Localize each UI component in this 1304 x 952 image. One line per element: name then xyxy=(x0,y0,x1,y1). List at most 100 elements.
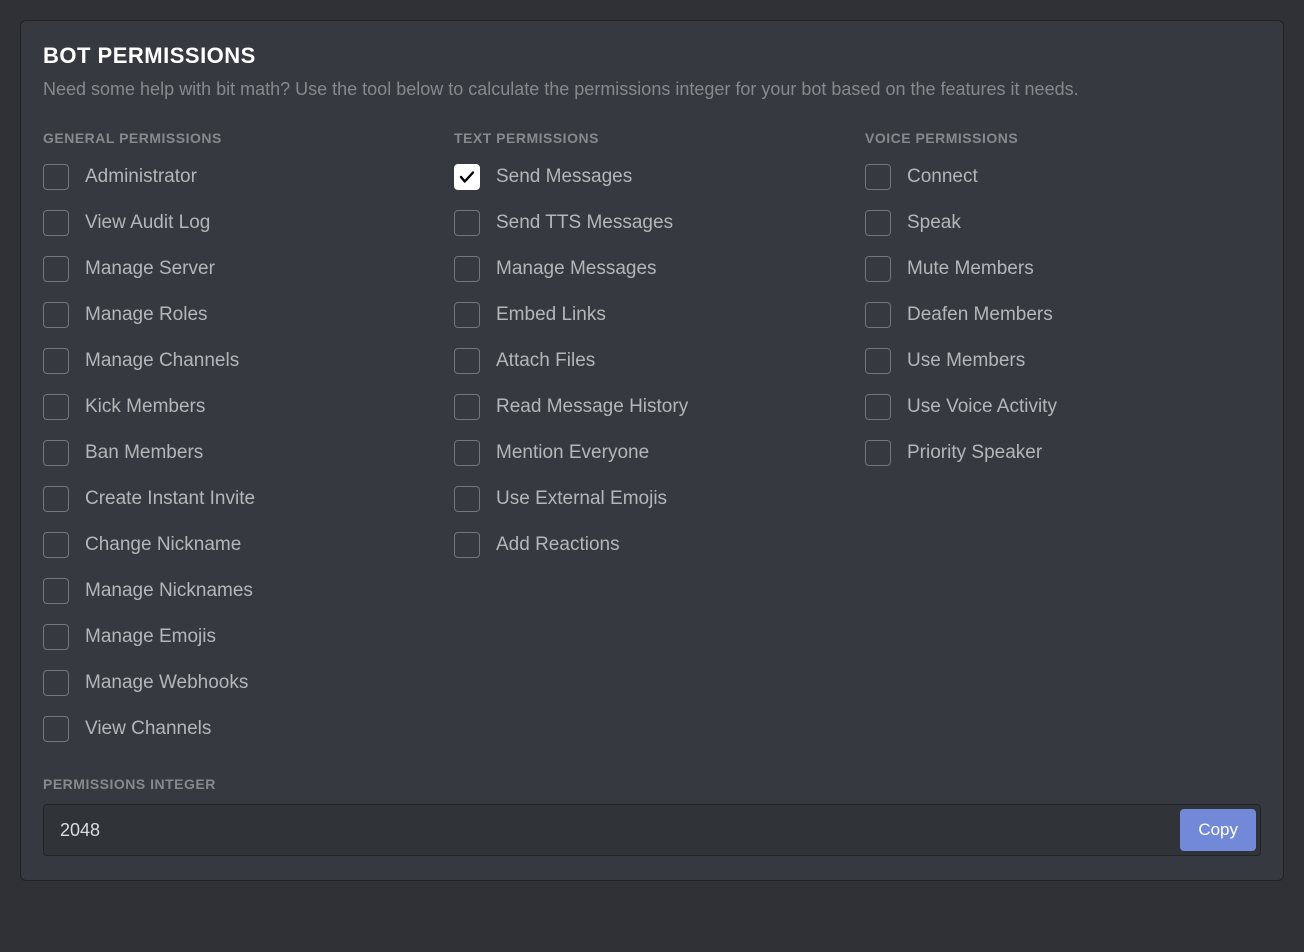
permission-row[interactable]: Manage Webhooks xyxy=(43,670,454,696)
permission-label: Manage Channels xyxy=(85,350,239,372)
permission-row[interactable]: Attach Files xyxy=(454,348,865,374)
permission-label: Priority Speaker xyxy=(907,442,1042,464)
permission-checkbox[interactable] xyxy=(865,440,891,466)
permission-checkbox[interactable] xyxy=(43,578,69,604)
permission-checkbox[interactable] xyxy=(43,624,69,650)
permission-row[interactable]: Add Reactions xyxy=(454,532,865,558)
permission-row[interactable]: Connect xyxy=(865,164,1276,190)
permission-label: Connect xyxy=(907,166,978,188)
panel-description: Need some help with bit math? Use the to… xyxy=(43,77,1261,102)
permission-row[interactable]: Read Message History xyxy=(454,394,865,420)
permission-label: Deafen Members xyxy=(907,304,1053,326)
permission-label: View Audit Log xyxy=(85,212,210,234)
permissions-integer-input[interactable] xyxy=(60,809,1180,851)
permission-label: Embed Links xyxy=(496,304,606,326)
permission-checkbox[interactable] xyxy=(43,532,69,558)
permission-checkbox[interactable] xyxy=(454,210,480,236)
column-header: VOICE PERMISSIONS xyxy=(865,130,1276,146)
permission-row[interactable]: Manage Roles xyxy=(43,302,454,328)
permission-label: Create Instant Invite xyxy=(85,488,255,510)
permission-checkbox[interactable] xyxy=(865,302,891,328)
permission-row[interactable]: Kick Members xyxy=(43,394,454,420)
permission-label: Read Message History xyxy=(496,396,688,418)
permissions-integer-row: Copy xyxy=(43,804,1261,856)
permission-checkbox[interactable] xyxy=(454,256,480,282)
permission-row[interactable]: Use Members xyxy=(865,348,1276,374)
permission-row[interactable]: Manage Channels xyxy=(43,348,454,374)
permission-label: Speak xyxy=(907,212,961,234)
permission-label: Administrator xyxy=(85,166,197,188)
permission-row[interactable]: Administrator xyxy=(43,164,454,190)
permissions-integer-section: PERMISSIONS INTEGER Copy xyxy=(43,776,1261,856)
permission-checkbox[interactable] xyxy=(865,164,891,190)
permission-row[interactable]: Send TTS Messages xyxy=(454,210,865,236)
permission-checkbox[interactable] xyxy=(454,348,480,374)
permission-row[interactable]: Manage Server xyxy=(43,256,454,282)
permission-checkbox[interactable] xyxy=(865,256,891,282)
permission-checkbox[interactable] xyxy=(43,440,69,466)
column-header: TEXT PERMISSIONS xyxy=(454,130,865,146)
permission-checkbox[interactable] xyxy=(43,256,69,282)
permission-row[interactable]: Send Messages xyxy=(454,164,865,190)
bot-permissions-panel: BOT PERMISSIONS Need some help with bit … xyxy=(20,20,1284,881)
permission-label: Mention Everyone xyxy=(496,442,649,464)
permission-checkbox[interactable] xyxy=(43,302,69,328)
permission-row[interactable]: Priority Speaker xyxy=(865,440,1276,466)
permission-label: Manage Messages xyxy=(496,258,657,280)
permission-label: Manage Emojis xyxy=(85,626,216,648)
permission-checkbox[interactable] xyxy=(454,394,480,420)
permission-row[interactable]: Manage Nicknames xyxy=(43,578,454,604)
permission-checkbox[interactable] xyxy=(43,394,69,420)
permissions-column: TEXT PERMISSIONS Send Messages Send TTS Me… xyxy=(454,130,865,762)
permission-row[interactable]: Ban Members xyxy=(43,440,454,466)
permission-checkbox[interactable] xyxy=(865,210,891,236)
permission-checkbox[interactable] xyxy=(43,716,69,742)
permissions-integer-label: PERMISSIONS INTEGER xyxy=(43,776,1261,792)
permission-label: Manage Nicknames xyxy=(85,580,253,602)
permission-row[interactable]: Create Instant Invite xyxy=(43,486,454,512)
permission-checkbox[interactable] xyxy=(43,210,69,236)
permission-checkbox[interactable] xyxy=(454,164,480,190)
permission-row[interactable]: Speak xyxy=(865,210,1276,236)
permission-label: Use External Emojis xyxy=(496,488,667,510)
permission-label: Manage Webhooks xyxy=(85,672,248,694)
permissions-column: VOICE PERMISSIONS Connect Speak Mute Member… xyxy=(865,130,1276,762)
permission-checkbox[interactable] xyxy=(865,394,891,420)
copy-button[interactable]: Copy xyxy=(1180,809,1256,851)
permission-checkbox[interactable] xyxy=(454,440,480,466)
permission-row[interactable]: Use External Emojis xyxy=(454,486,865,512)
permission-label: View Channels xyxy=(85,718,211,740)
permission-label: Use Voice Activity xyxy=(907,396,1057,418)
permissions-columns: GENERAL PERMISSIONS Administrator View Aud… xyxy=(43,130,1261,762)
permission-row[interactable]: Embed Links xyxy=(454,302,865,328)
permission-checkbox[interactable] xyxy=(454,486,480,512)
permission-checkbox[interactable] xyxy=(454,532,480,558)
permission-row[interactable]: Manage Emojis xyxy=(43,624,454,650)
permission-checkbox[interactable] xyxy=(865,348,891,374)
column-header: GENERAL PERMISSIONS xyxy=(43,130,454,146)
permission-row[interactable]: View Audit Log xyxy=(43,210,454,236)
permission-label: Use Members xyxy=(907,350,1025,372)
permission-checkbox[interactable] xyxy=(43,164,69,190)
permissions-column: GENERAL PERMISSIONS Administrator View Aud… xyxy=(43,130,454,762)
permission-row[interactable]: View Channels xyxy=(43,716,454,742)
permission-label: Ban Members xyxy=(85,442,203,464)
panel-title: BOT PERMISSIONS xyxy=(43,43,1261,69)
permission-row[interactable]: Change Nickname xyxy=(43,532,454,558)
permission-checkbox[interactable] xyxy=(43,486,69,512)
permission-row[interactable]: Mute Members xyxy=(865,256,1276,282)
permission-checkbox[interactable] xyxy=(43,670,69,696)
permission-row[interactable]: Manage Messages xyxy=(454,256,865,282)
permission-row[interactable]: Use Voice Activity xyxy=(865,394,1276,420)
permission-label: Manage Roles xyxy=(85,304,208,326)
permission-label: Send TTS Messages xyxy=(496,212,673,234)
permission-row[interactable]: Mention Everyone xyxy=(454,440,865,466)
permission-label: Add Reactions xyxy=(496,534,620,556)
permission-checkbox[interactable] xyxy=(454,302,480,328)
permission-label: Attach Files xyxy=(496,350,595,372)
permission-label: Change Nickname xyxy=(85,534,241,556)
permission-row[interactable]: Deafen Members xyxy=(865,302,1276,328)
permission-checkbox[interactable] xyxy=(43,348,69,374)
permission-label: Manage Server xyxy=(85,258,215,280)
permission-label: Kick Members xyxy=(85,396,205,418)
